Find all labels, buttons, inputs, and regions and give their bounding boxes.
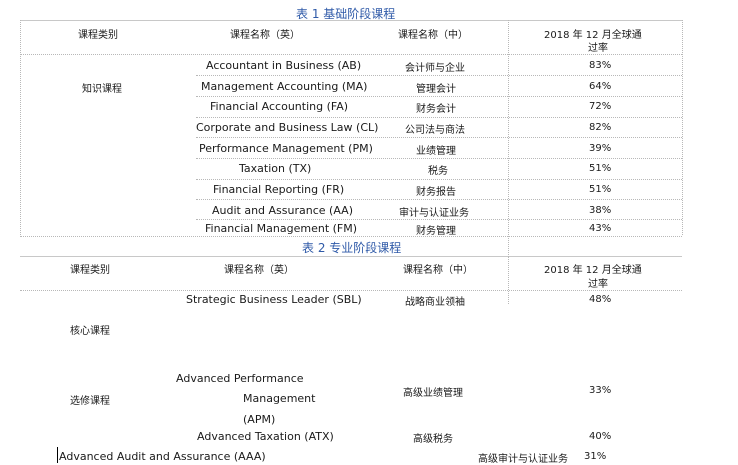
text-cursor (57, 447, 58, 463)
course-pass-rate: 64% (589, 81, 612, 92)
table1-header-name-cn: 课程名称（中） (398, 30, 468, 41)
course-name-cn: 税务 (428, 166, 448, 177)
course-name-cn: 财务管理 (416, 226, 456, 237)
course-pass-rate: 38% (589, 205, 612, 216)
table2-header-rule (20, 290, 682, 291)
table1-row-rule (196, 219, 682, 220)
table2-header-pass-rate: 2018 年 12 月全球通 (544, 265, 642, 276)
table2-header-category: 课程类别 (70, 265, 110, 276)
course-name-en: Corporate and Business Law (CL) (196, 121, 379, 134)
course-name-cn: 管理会计 (416, 84, 456, 95)
course-pass-rate: 31% (584, 451, 607, 462)
course-name-cn: 高级审计与认证业务 (478, 454, 568, 465)
course-pass-rate: 40% (589, 431, 612, 442)
table1-category-knowledge: 知识课程 (82, 84, 122, 95)
course-name-cn: 会计师与企业 (405, 63, 465, 74)
course-name-en: Financial Management (FM) (205, 222, 358, 235)
table1-header-rule (20, 54, 682, 55)
course-name-en: Advanced Performance (176, 372, 304, 385)
table1-top-rule (20, 20, 682, 21)
table2-top-rule (20, 256, 682, 257)
table2-header-pass-rate-cont: 过率 (588, 279, 608, 290)
course-name-en-cont: (APM) (243, 413, 276, 426)
course-name-cn: 公司法与商法 (405, 125, 465, 136)
course-pass-rate: 33% (589, 385, 612, 396)
table2-category-core: 核心课程 (70, 326, 110, 337)
table1-row-rule (196, 179, 682, 180)
table2-pass-rate-divider (508, 256, 509, 304)
course-name-en: Advanced Taxation (ATX) (197, 430, 334, 443)
course-name-en: Audit and Assurance (AA) (212, 204, 353, 217)
course-pass-rate: 83% (589, 60, 612, 71)
course-name-en: Financial Reporting (FR) (213, 183, 345, 196)
table1-row-rule (196, 158, 682, 159)
table1-row-rule (196, 137, 682, 138)
course-name-cn: 高级税务 (413, 434, 453, 445)
course-name-en: Financial Accounting (FA) (210, 100, 349, 113)
table2-header-name-cn: 课程名称（中） (403, 265, 473, 276)
table1-right-border (682, 20, 683, 235)
table1-header-name-en: 课程名称（英） (230, 30, 300, 41)
table1-row-rule (196, 199, 682, 200)
table2-category-elective: 选修课程 (70, 396, 110, 407)
course-name-en-cont: Management (243, 392, 316, 405)
course-name-en: Performance Management (PM) (199, 142, 373, 155)
table1-row-rule (196, 117, 682, 118)
course-name-en: Taxation (TX) (239, 162, 312, 175)
course-pass-rate: 43% (589, 223, 612, 234)
course-name-en: Accountant in Business (AB) (206, 59, 362, 72)
table2-header-name-en: 课程名称（英） (224, 265, 294, 276)
course-pass-rate: 82% (589, 122, 612, 133)
course-name-cn: 业绩管理 (416, 146, 456, 157)
course-name-en: Management Accounting (MA) (201, 80, 368, 93)
table1-left-border (20, 20, 21, 235)
course-pass-rate: 48% (589, 294, 612, 305)
course-name-en: Advanced Audit and Assurance (AAA) (59, 450, 266, 463)
course-pass-rate: 51% (589, 184, 612, 195)
table1-row-rule (196, 75, 682, 76)
table1-bottom-rule (20, 236, 682, 237)
table1-header-category: 课程类别 (78, 30, 118, 41)
table1-header-pass-rate-cont: 过率 (588, 43, 608, 54)
table1-row-rule (196, 96, 682, 97)
course-name-cn: 战略商业领袖 (405, 297, 465, 308)
course-name-cn: 高级业绩管理 (403, 388, 463, 399)
course-name-en: Strategic Business Leader (SBL) (186, 293, 362, 306)
course-name-cn: 财务报告 (416, 187, 456, 198)
course-pass-rate: 39% (589, 143, 612, 154)
course-pass-rate: 72% (589, 101, 612, 112)
course-name-cn: 财务会计 (416, 104, 456, 115)
table2-title: 表 2 专业阶段课程 (302, 241, 402, 255)
course-name-cn: 审计与认证业务 (399, 208, 469, 219)
course-pass-rate: 51% (589, 163, 612, 174)
